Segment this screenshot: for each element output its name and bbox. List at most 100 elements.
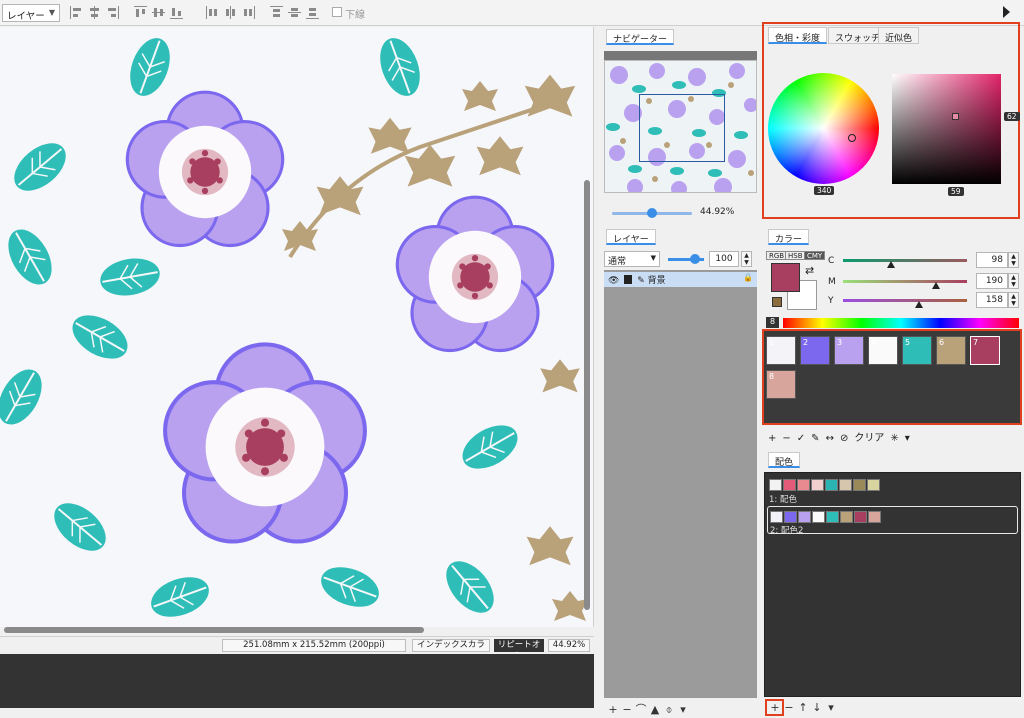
canvas-dimensions: 251.08mm x 215.52mm (200ppi) — [222, 639, 406, 652]
add-layer-icon[interactable]: + — [606, 703, 620, 716]
stepper-c[interactable]: ▲ ▼ — [1008, 252, 1019, 268]
tab-hue-saturation[interactable]: 色相・彩度 — [768, 27, 828, 44]
layer-select[interactable]: レイヤー ▼ — [2, 4, 60, 22]
layer-menu-icon[interactable]: ▾ — [676, 703, 690, 716]
distribute-top-icon[interactable] — [270, 6, 283, 19]
distribute-horizontal-icon[interactable] — [206, 6, 219, 19]
clear-swatches-button[interactable]: クリア — [854, 433, 884, 444]
scheme-menu-icon[interactable]: ▾ — [824, 701, 838, 714]
swatch-number: 5 — [905, 338, 911, 347]
tab-similar-colors[interactable]: 近似色 — [878, 27, 920, 44]
eyedropper-icon[interactable]: ✎ — [811, 433, 819, 444]
tab-navigator[interactable]: ナビゲーター — [606, 29, 675, 45]
secondary-color-swatch[interactable] — [772, 297, 782, 307]
hue-wheel[interactable] — [768, 73, 879, 184]
swap-icon[interactable]: ↔ — [826, 433, 834, 444]
color-spectrum-bar[interactable] — [783, 318, 1019, 328]
add-swatch-icon[interactable]: + — [768, 433, 776, 444]
toolbar-expand-arrow-icon[interactable] — [1003, 6, 1010, 18]
repeat-toggle[interactable]: リピートオン — [494, 639, 544, 661]
swatch-1[interactable]: 1 — [766, 336, 796, 365]
distribute-bottom-icon[interactable] — [306, 6, 319, 19]
swatch-3[interactable]: 3 — [834, 336, 864, 365]
swatch-8[interactable]: 8 — [766, 370, 796, 399]
navigator-view-rectangle[interactable] — [639, 94, 725, 162]
align-right-icon[interactable] — [106, 6, 119, 19]
check-icon[interactable]: ✓ — [797, 433, 805, 444]
layer-opacity-knob[interactable] — [690, 254, 700, 264]
value-c[interactable]: 98 — [976, 252, 1008, 268]
canvas[interactable] — [0, 27, 594, 627]
slider-y-knob[interactable] — [915, 301, 923, 308]
mode-hsb[interactable]: HSB — [785, 251, 806, 260]
value-y[interactable]: 158 — [976, 292, 1008, 308]
swatch-7[interactable]: 7 — [970, 336, 1000, 365]
scheme-item-1[interactable]: 1: 配色 — [767, 475, 1018, 505]
lock-icon[interactable]: 🔒 — [743, 273, 753, 282]
layer-row-background[interactable]: 👁 ✎ 背景 🔒 — [604, 272, 757, 287]
swatch-4[interactable]: 4 — [868, 336, 898, 365]
swatch-number: 8 — [769, 372, 775, 381]
scheme-label: 2: 配色2 — [770, 526, 804, 536]
swatch-menu-icon[interactable]: ▾ — [905, 433, 910, 444]
tab-color[interactable]: カラー — [768, 229, 810, 245]
distribute-center-icon[interactable] — [224, 6, 237, 19]
index-color-button[interactable]: インデックスカラー — [412, 639, 490, 661]
remove-swatch-icon[interactable]: − — [782, 433, 790, 444]
saturation-brightness-marker[interactable] — [952, 113, 959, 120]
merge-icon[interactable]: ⌒ — [634, 701, 648, 717]
layer-list[interactable] — [604, 270, 757, 698]
slider-c-knob[interactable] — [887, 261, 895, 268]
swatch-2[interactable]: 2 — [800, 336, 830, 365]
move-up-icon[interactable]: ↑ — [796, 701, 810, 714]
stepper-m[interactable]: ▲ ▼ — [1008, 273, 1019, 289]
distribute-right-icon[interactable] — [242, 6, 255, 19]
tab-layers[interactable]: レイヤー — [606, 229, 656, 245]
swatch-6[interactable]: 6 — [936, 336, 966, 365]
layer-opacity-stepper[interactable]: ▲ ▼ — [741, 251, 752, 267]
mode-cmy[interactable]: CMY — [804, 251, 826, 260]
tab-color-scheme[interactable]: 配色 — [768, 452, 801, 468]
slider-c[interactable] — [843, 259, 967, 262]
align-left-icon[interactable] — [70, 6, 83, 19]
align-top-icon[interactable] — [134, 6, 147, 19]
slider-y[interactable] — [843, 299, 967, 302]
eye-icon[interactable]: 👁 — [608, 276, 619, 286]
navigator-zoom-knob[interactable] — [647, 208, 657, 218]
align-center-icon[interactable] — [88, 6, 101, 19]
sparkle-icon[interactable]: ✳ — [890, 433, 898, 444]
layer-name: 背景 — [647, 276, 666, 286]
align-bottom-icon[interactable] — [170, 6, 183, 19]
lock-layer-icon[interactable]: ▲ — [648, 703, 662, 716]
layer-blend-select[interactable]: 通常 ▼ — [604, 251, 660, 267]
swatch-number: 6 — [939, 338, 945, 347]
canvas-vertical-scrollbar[interactable] — [584, 180, 590, 610]
clip-icon[interactable]: ⌽ — [662, 703, 676, 717]
color-scheme-panel: 1: 配色 2: 配色2 — [764, 472, 1021, 697]
no-color-icon[interactable]: ⊘ — [840, 433, 848, 444]
hue-wheel-marker[interactable] — [848, 134, 856, 142]
saturation-brightness-square[interactable] — [892, 74, 1001, 184]
slider-m-knob[interactable] — [932, 282, 940, 289]
add-scheme-icon[interactable]: + — [768, 701, 782, 714]
scheme-color-chip — [784, 511, 797, 523]
foreground-color-swatch[interactable] — [771, 263, 800, 292]
remove-scheme-icon[interactable]: − — [782, 701, 796, 714]
distribute-middle-icon[interactable] — [288, 6, 301, 19]
align-middle-icon[interactable] — [152, 6, 165, 19]
remove-layer-icon[interactable]: − — [620, 703, 634, 716]
slider-m[interactable] — [843, 280, 967, 283]
canvas-horizontal-scrollbar[interactable] — [4, 627, 424, 633]
swap-colors-icon[interactable]: ⇄ — [805, 264, 814, 277]
value-m[interactable]: 190 — [976, 273, 1008, 289]
swatch-5[interactable]: 5 — [902, 336, 932, 365]
mode-rgb[interactable]: RGB — [766, 251, 788, 260]
scheme-item-2[interactable]: 2: 配色2 — [767, 506, 1018, 536]
layer-opacity-input[interactable]: 100 — [709, 251, 739, 267]
underline-checkbox[interactable] — [332, 7, 342, 17]
status-zoom[interactable]: 44.92% — [548, 639, 590, 652]
stepper-y[interactable]: ▲ ▼ — [1008, 292, 1019, 308]
scheme-color-chip — [825, 479, 838, 491]
scheme-color-chip — [798, 511, 811, 523]
move-down-icon[interactable]: ↓ — [810, 701, 824, 714]
